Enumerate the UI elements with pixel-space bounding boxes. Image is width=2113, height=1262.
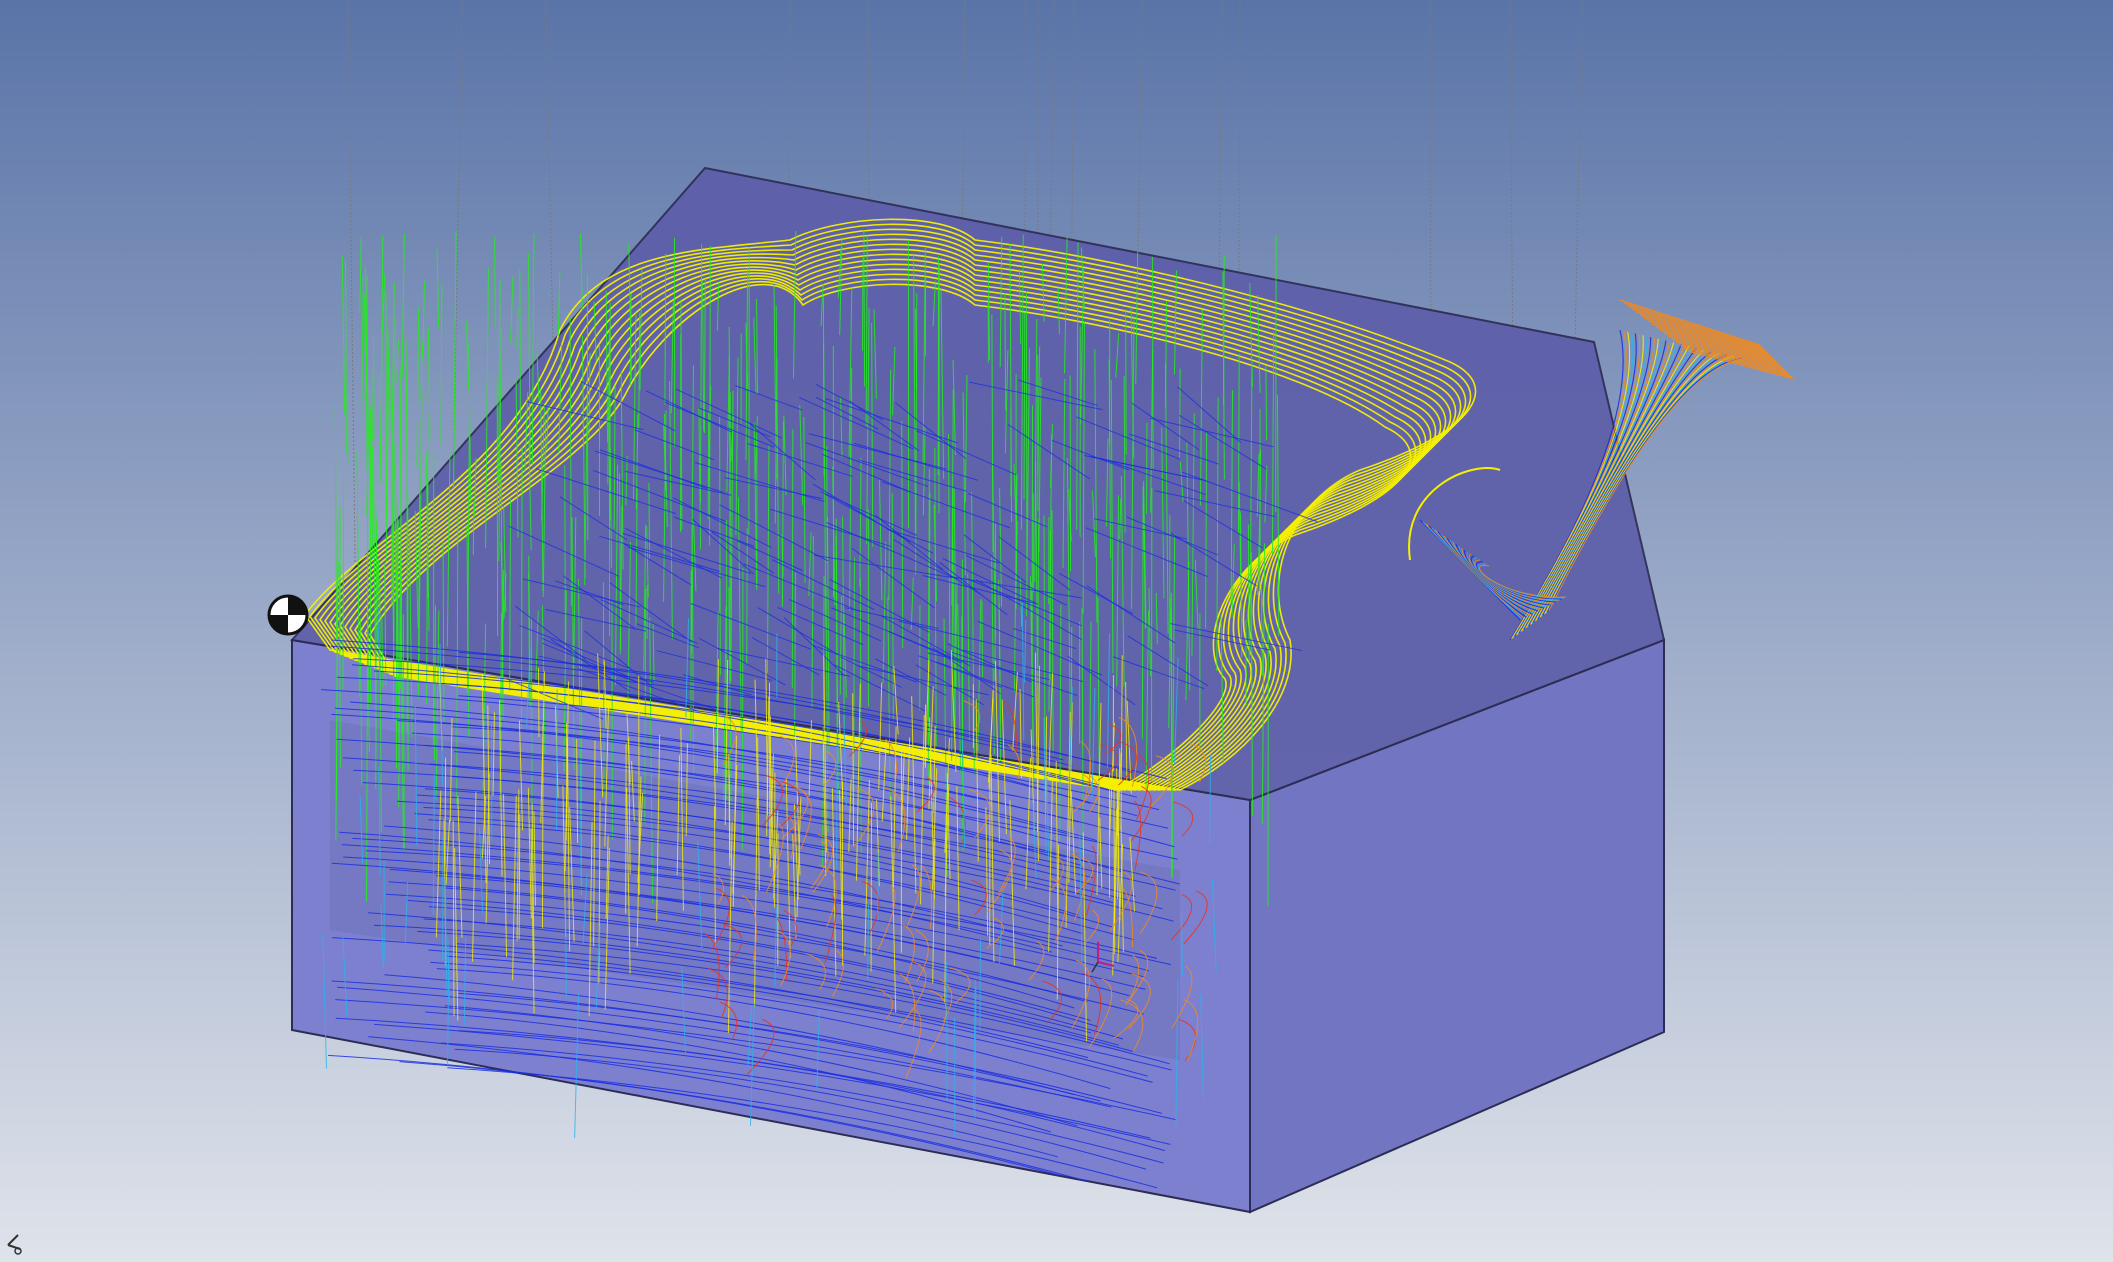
toolpath-scene[interactable] — [0, 0, 2113, 1262]
toolpath-segment — [345, 259, 347, 453]
toolpath-segment — [394, 317, 397, 602]
toolpath-segment — [1023, 312, 1026, 500]
toolpath-segment — [836, 741, 838, 869]
toolpath-segment — [392, 443, 395, 721]
toolpath-segment — [981, 600, 984, 678]
toolpath-segment — [994, 522, 997, 681]
toolpath-segment — [385, 292, 388, 519]
toolpath-segment — [519, 269, 521, 421]
toolpath-segment — [602, 582, 605, 796]
toolpath-segment — [648, 483, 651, 559]
toolpath-segment — [746, 528, 748, 665]
toolpath-segment — [791, 429, 794, 688]
toolpath-segment — [556, 689, 558, 831]
toolpath-segment — [1238, 353, 1240, 534]
toolpath-segment — [1125, 309, 1127, 455]
toolpath-segment — [472, 501, 475, 556]
toolpath-segment — [342, 477, 345, 690]
toolpath-segment — [494, 237, 496, 328]
3d-graphics-viewport[interactable] — [0, 0, 2113, 1262]
toolpath-segment — [444, 757, 447, 866]
toolpath-segment — [564, 465, 566, 651]
toolpath-segment — [372, 371, 374, 442]
toolpath-segment — [1265, 365, 1268, 441]
toolpath-segment — [518, 813, 521, 940]
toolpath-segment — [1025, 291, 1028, 574]
toolpath-segment — [979, 939, 981, 1030]
toolpath-segment — [541, 724, 544, 929]
datum-origin-icon[interactable] — [267, 594, 309, 636]
toolpath-segment — [849, 407, 852, 465]
toolpath-segment — [1179, 368, 1181, 458]
toolpath-segment — [1170, 610, 1173, 878]
